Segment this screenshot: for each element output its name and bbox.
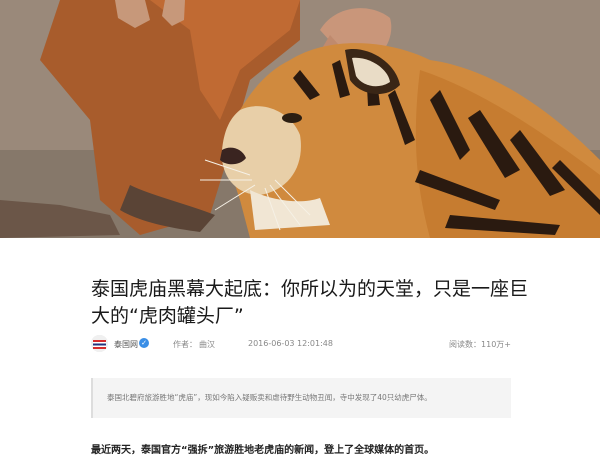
article-meta: 泰国网 ✓ 作者： 曲汉 2016-06-03 12:01:48 阅读数：110… bbox=[91, 335, 511, 353]
author-name: 曲汉 bbox=[199, 340, 215, 349]
lead-paragraph: 最近两天，泰国官方“强拆”旅游胜地老虎庙的新闻，登上了全球媒体的首页。 bbox=[91, 445, 435, 456]
article-title: 泰国虎庙黑幕大起底：你所以为的天堂，只是一座巨大的“虎肉罐头厂” bbox=[91, 278, 529, 327]
read-count: 阅读数：110万+ bbox=[449, 340, 511, 349]
verified-check-icon: ✓ bbox=[139, 338, 149, 348]
publish-date: 2016-06-03 12:01:48 bbox=[248, 339, 333, 348]
source-name[interactable]: 泰国网 bbox=[114, 339, 138, 350]
summary-text: 泰国北碧府旅游胜地“虎庙”，现如今陷入疑贩卖和虐待野生动物丑闻，寺中发现了40只… bbox=[107, 393, 432, 402]
author-label: 作者： bbox=[173, 340, 197, 349]
article-summary: 泰国北碧府旅游胜地“虎庙”，现如今陷入疑贩卖和虐待野生动物丑闻，寺中发现了40只… bbox=[91, 378, 511, 418]
flag-avatar-icon[interactable] bbox=[91, 335, 108, 352]
hero-image bbox=[0, 0, 600, 238]
